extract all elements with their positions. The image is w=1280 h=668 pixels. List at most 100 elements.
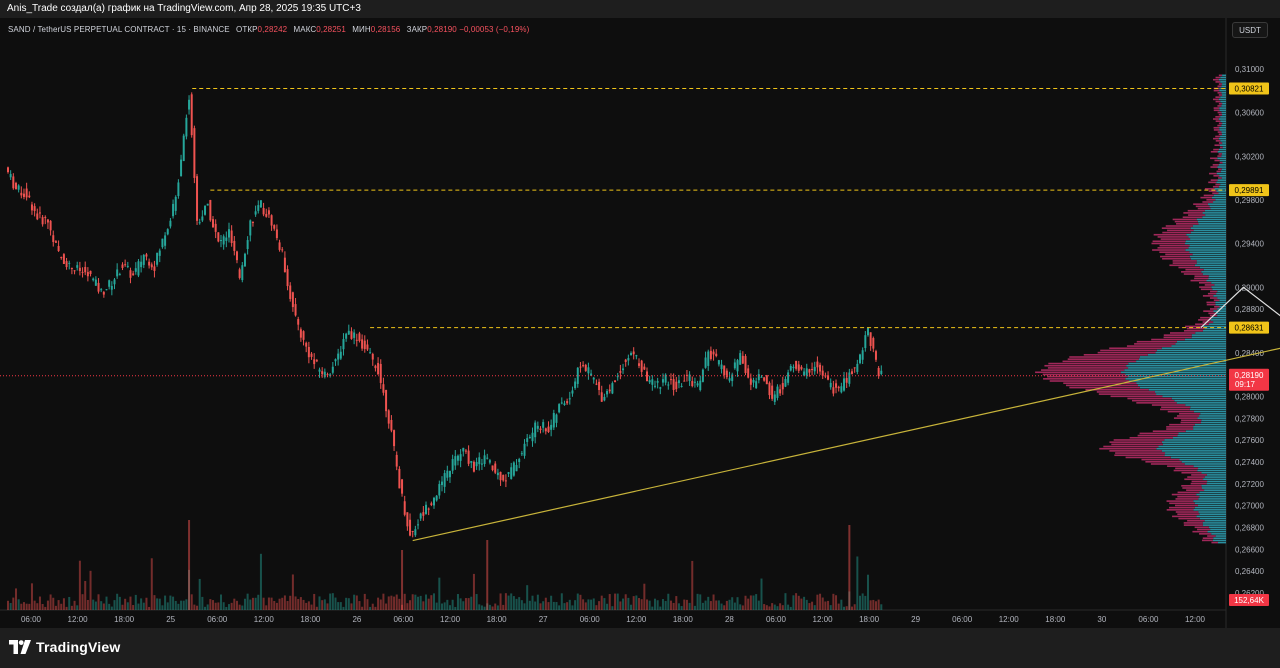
volume-profile-down-bar (1200, 288, 1213, 291)
volume-bar (595, 605, 598, 610)
volume-bar (331, 593, 334, 610)
volume-profile-up-bar (1126, 364, 1226, 367)
volume-bar (648, 600, 651, 610)
volume-profile-down-bar (1162, 231, 1191, 234)
open-value: 0,28242 (257, 25, 288, 34)
volume-profile-down-bar (1113, 439, 1165, 441)
volume-profile-up-bar (1206, 474, 1226, 476)
candle-body (243, 253, 246, 267)
candle-body (390, 419, 393, 431)
volume-bar (496, 605, 499, 610)
volume-bar (286, 600, 289, 610)
candle-body (438, 484, 441, 496)
volume-profile-down-bar (1213, 148, 1219, 151)
volume-bar (14, 588, 17, 610)
volume-bar (118, 596, 121, 610)
volume-profile-up-bar (1193, 509, 1226, 511)
price-chart[interactable]: 0,310000,306000,302000,298000,294000,290… (0, 18, 1280, 628)
volume-profile-down-bar (1184, 478, 1204, 481)
volume-profile-down-bar (1165, 253, 1193, 256)
volume-profile-down-bar (1176, 223, 1199, 225)
candle-body (659, 387, 662, 389)
volume-bar (518, 597, 521, 610)
volume-bar (156, 598, 159, 610)
candle-body (358, 333, 361, 341)
volume-bar (789, 606, 792, 610)
volume-profile-down-bar (1178, 266, 1200, 269)
tradingview-logo[interactable]: TradingView (9, 639, 120, 655)
volume-profile-up-bar (1193, 500, 1226, 502)
volume-profile-up-bar (1194, 423, 1226, 426)
candle-body (54, 241, 57, 243)
footer-bar: TradingView (0, 628, 1280, 668)
volume-profile-up-bar (1202, 273, 1226, 275)
volume-bar (92, 599, 95, 610)
volume-profile-up-bar (1198, 467, 1226, 470)
candle-body (433, 497, 435, 506)
volume-profile-down-bar (1197, 528, 1211, 531)
volume-profile-up-bar (1199, 266, 1226, 269)
volume-bar (744, 595, 747, 610)
volume-profile-up-bar (1213, 321, 1226, 323)
volume-bar (845, 606, 848, 610)
candle-body (164, 235, 167, 246)
candle-body (763, 377, 766, 381)
candle-body (448, 470, 451, 478)
candle-body (33, 206, 36, 211)
volume-bar (661, 599, 664, 610)
volume-profile-up-bar (1211, 533, 1226, 535)
candle-body (542, 422, 545, 428)
candle-body (78, 267, 81, 271)
volume-profile-up-bar (1201, 485, 1226, 487)
volume-profile-up-bar (1199, 513, 1226, 515)
candle-body (856, 363, 859, 372)
volume-profile-down-bar (1109, 450, 1162, 452)
volume-profile-down-bar (1213, 137, 1219, 140)
candle-body (294, 304, 297, 316)
candle-body (667, 384, 670, 386)
volume-profile-down-bar (1198, 281, 1212, 284)
volume-bar (190, 594, 193, 610)
candle-body (571, 390, 574, 394)
candle-body (853, 367, 856, 369)
volume-bar (385, 603, 388, 610)
volume-profile-down-bar (1098, 393, 1157, 395)
candle-body (108, 280, 111, 287)
volume-profile-up-bar (1197, 220, 1226, 223)
volume-profile-down-bar (1183, 524, 1203, 526)
volume-profile-down-bar (1042, 373, 1126, 376)
volume-profile-down-bar (1160, 255, 1190, 258)
candle-body (286, 269, 289, 287)
chart-frame[interactable]: 0,31000 0,30600 0,30200 0,29800 0,29400 0,290… (0, 18, 1280, 628)
y-tick-label: 0,27600 (1235, 436, 1264, 445)
candle-body (257, 205, 260, 211)
volume-bar (134, 594, 137, 610)
currency-button[interactable]: USDT (1232, 22, 1268, 38)
candle-body (355, 339, 358, 341)
candle-body (440, 481, 443, 486)
volume-bar (113, 600, 116, 610)
volume-profile-down-bar (1206, 199, 1216, 201)
candle-body (600, 392, 603, 402)
candle-body (680, 385, 683, 387)
volume-bar (238, 604, 241, 610)
volume-bar (691, 560, 694, 610)
volume-bar (425, 594, 428, 610)
volume-profile-down-bar (1172, 515, 1197, 518)
volume-profile-up-bar (1217, 179, 1226, 181)
volume-profile-down-bar (1173, 469, 1198, 472)
candle-body (861, 350, 864, 360)
candle-body (345, 333, 348, 339)
candle-body (110, 285, 113, 290)
volume-profile-down-bar (1041, 369, 1125, 371)
volume-profile-up-bar (1212, 539, 1226, 542)
volume-profile-down-bar (1152, 249, 1186, 251)
volume-profile-down-bar (1169, 423, 1195, 426)
volume-profile-up-bar (1208, 277, 1226, 280)
volume-profile-down-bar (1035, 371, 1121, 374)
volume-bar (60, 603, 63, 610)
volume-bar (859, 595, 861, 610)
volume-bar (313, 593, 316, 610)
volume-profile-down-bar (1215, 135, 1221, 138)
volume-profile-up-bar (1164, 454, 1226, 457)
